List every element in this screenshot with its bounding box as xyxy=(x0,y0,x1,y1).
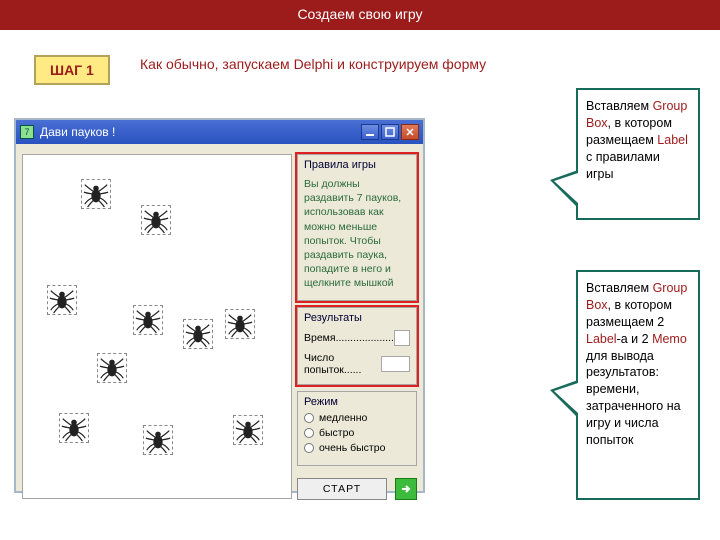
window-title: Дави пауков ! xyxy=(40,125,361,139)
callout-tail-icon xyxy=(550,170,578,208)
page-title: Создаем свою игру xyxy=(297,6,422,22)
mode-group-title: Режим xyxy=(304,396,410,408)
time-label: Время.................... xyxy=(304,332,394,344)
rules-label: Вы должны раздавить 7 пауков, использова… xyxy=(304,175,410,292)
step-intro: Как обычно, запускаем Delphi и конструир… xyxy=(140,56,486,72)
spider-image[interactable] xyxy=(81,179,111,209)
results-groupbox: Результаты Время.................... Чис… xyxy=(297,307,417,385)
spider-image[interactable] xyxy=(143,425,173,455)
page-header: Создаем свою игру xyxy=(0,0,720,30)
spider-image[interactable] xyxy=(225,309,255,339)
step-badge: ШАГ 1 xyxy=(34,55,110,85)
callout-results: Вставляем Group Box, в котором размещаем… xyxy=(576,270,700,500)
rules-group-title: Правила игры xyxy=(304,159,410,171)
rules-groupbox: Правила игры Вы должны раздавить 7 пауко… xyxy=(297,154,417,301)
start-button[interactable]: СТАРТ xyxy=(297,478,387,500)
mode-option-very-fast[interactable]: очень быстро xyxy=(304,442,410,454)
callout-tail-icon xyxy=(550,380,578,418)
app-icon: 7 xyxy=(20,125,34,139)
mode-groupbox: Режим медленно быстро очень быстро xyxy=(297,391,417,466)
tries-memo[interactable] xyxy=(381,356,410,372)
go-button[interactable] xyxy=(395,478,417,500)
radio-icon xyxy=(304,428,314,438)
mode-option-slow[interactable]: медленно xyxy=(304,412,410,424)
play-area[interactable] xyxy=(22,154,292,499)
spider-image[interactable] xyxy=(59,413,89,443)
results-group-title: Результаты xyxy=(304,312,410,324)
spider-image[interactable] xyxy=(183,319,213,349)
minimize-button[interactable] xyxy=(361,124,379,140)
tries-label: Число попыток...... xyxy=(304,352,381,376)
bottom-buttons: СТАРТ xyxy=(297,478,417,500)
client-area: Правила игры Вы должны раздавить 7 пауко… xyxy=(16,144,423,491)
side-panel: Правила игры Вы должны раздавить 7 пауко… xyxy=(297,154,417,500)
callout-rules: Вставляем Group Box, в котором размещаем… xyxy=(576,88,700,220)
spider-image[interactable] xyxy=(47,285,77,315)
spider-image[interactable] xyxy=(141,205,171,235)
radio-icon xyxy=(304,413,314,423)
titlebar: 7 Дави пауков ! xyxy=(16,120,423,144)
delphi-form-window: 7 Дави пауков ! Правила игры Вы должны р… xyxy=(14,118,425,493)
spider-image[interactable] xyxy=(97,353,127,383)
time-memo[interactable] xyxy=(394,330,410,346)
close-button[interactable] xyxy=(401,124,419,140)
spider-image[interactable] xyxy=(233,415,263,445)
radio-icon xyxy=(304,443,314,453)
window-buttons xyxy=(361,124,419,140)
maximize-button[interactable] xyxy=(381,124,399,140)
mode-option-fast[interactable]: быстро xyxy=(304,427,410,439)
spider-image[interactable] xyxy=(133,305,163,335)
